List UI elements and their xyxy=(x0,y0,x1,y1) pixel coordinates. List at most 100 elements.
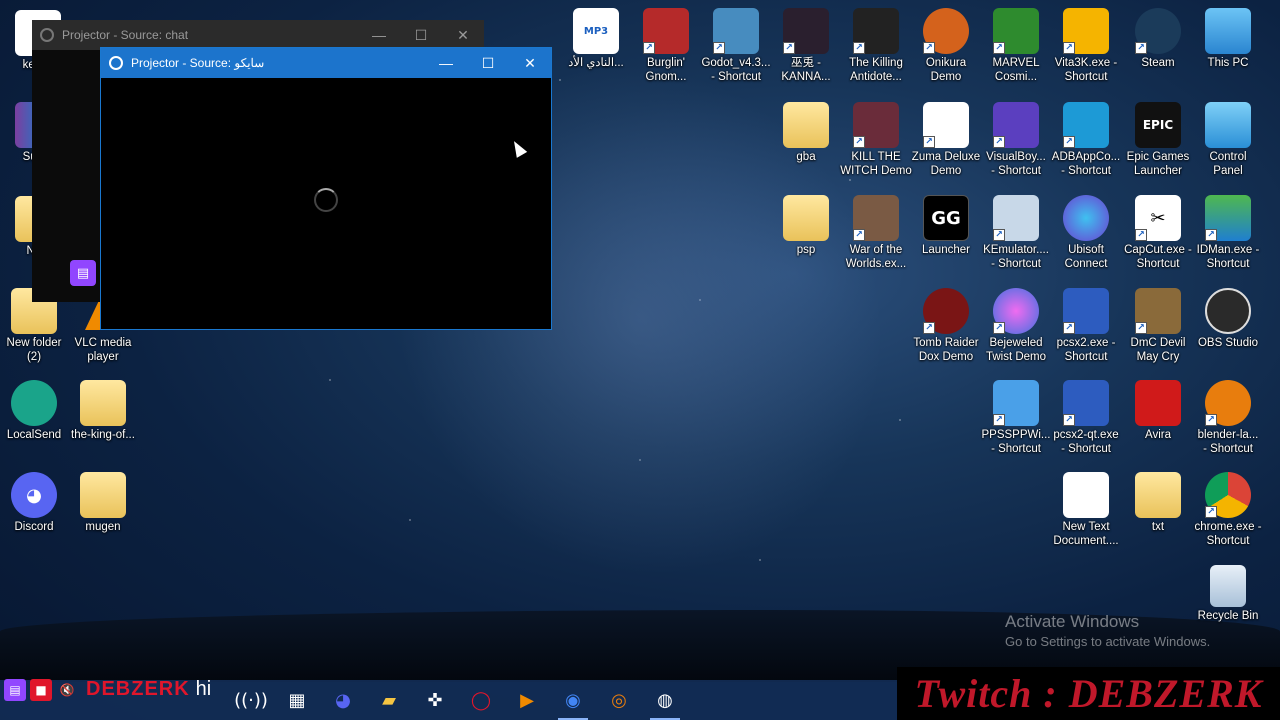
launcher-icon: GG xyxy=(923,195,969,241)
desktop-icon-launcher[interactable]: GG Launcher xyxy=(908,195,984,257)
icon-label: Bejeweled Twist Demo xyxy=(985,337,1047,363)
icon-label: LocalSend xyxy=(6,429,62,441)
ubisoft-icon xyxy=(1063,195,1109,241)
taskbar-opera[interactable]: ◯ xyxy=(458,680,504,720)
taskbar-discord[interactable]: ◕ xyxy=(320,680,366,720)
icon-label: KILL THE WITCH Demo xyxy=(840,151,912,177)
desktop-icon-the-king-of[interactable]: the-king-of... xyxy=(65,380,141,442)
projector-window-main[interactable]: Projector - Source: سايكو — ☐ ✕ xyxy=(100,47,552,330)
desktop-icon-bejeweled[interactable]: ↗ Bejeweled Twist Demo xyxy=(978,288,1054,364)
desktop-icon-onikura[interactable]: ↗ Onikura Demo xyxy=(908,8,984,84)
taskbar-blender[interactable]: ◎ xyxy=(596,680,642,720)
folder-icon xyxy=(783,195,829,241)
taskbar-network[interactable]: ((·)) xyxy=(228,680,274,720)
opera-icon: ◯ xyxy=(470,689,492,711)
blender-icon: ◎ xyxy=(611,689,627,711)
desktop-icon-txt[interactable]: txt xyxy=(1120,472,1196,534)
game-icon: ↗ xyxy=(1135,288,1181,334)
gamepad-icon: ✜ xyxy=(427,689,443,711)
desktop-icon-pcsx2[interactable]: ↗ pcsx2.exe - Shortcut xyxy=(1048,288,1124,364)
taskbar-gamepad[interactable]: ✜ xyxy=(412,680,458,720)
icon-label: New folder (2) xyxy=(6,337,62,363)
desktop-icon-burglin-gnomes[interactable]: ↗ Burglin' Gnom... xyxy=(628,8,704,84)
desktop-icon-psp[interactable]: psp xyxy=(768,195,844,257)
desktop-icon-kemulator[interactable]: ↗ KEmulator.... - Shortcut xyxy=(978,195,1054,271)
computer-icon xyxy=(1205,8,1251,54)
desktop-icon-blender[interactable]: ↗ blender-la... - Shortcut xyxy=(1190,380,1266,456)
desktop-icon-capcut[interactable]: ✂ ↗ CapCut.exe - Shortcut xyxy=(1120,195,1196,271)
game-icon: ↗ xyxy=(783,8,829,54)
desktop-icon-localsend[interactable]: LocalSend xyxy=(0,380,72,442)
taskbar-chrome[interactable]: ◉ xyxy=(550,680,596,720)
task-manager-icon: ▦ xyxy=(288,689,306,711)
desktop-icon-adbappcontrol[interactable]: ↗ ADBAppCo... - Shortcut xyxy=(1048,102,1124,178)
file-explorer-icon: ▰ xyxy=(382,689,396,711)
icon-label: النادي الأد... xyxy=(568,57,624,69)
desktop-icon-control-panel[interactable]: Control Panel xyxy=(1190,102,1266,178)
game-icon: ↗ xyxy=(923,288,969,334)
obs-logo-icon xyxy=(109,56,123,70)
desktop-icon-killing-antidote[interactable]: ↗ The Killing Antidote... xyxy=(838,8,914,84)
icon-label: This PC xyxy=(1207,57,1249,69)
desktop-icon-marvel-cosmic[interactable]: ↗ MARVEL Cosmi... xyxy=(978,8,1054,84)
desktop-icon-dmc[interactable]: ↗ DmC Devil May Cry xyxy=(1120,288,1196,364)
icon-label: gba xyxy=(796,151,816,163)
desktop-icon-idman[interactable]: ↗ IDMan.exe - Shortcut xyxy=(1190,195,1266,271)
window-titlebar[interactable]: Projector - Source: chat — ☐ ✕ xyxy=(32,20,484,50)
desktop-icon-visualboy[interactable]: ↗ VisualBoy... - Shortcut xyxy=(978,102,1054,178)
activate-windows-watermark: Activate Windows Go to Settings to activ… xyxy=(1005,612,1210,649)
icon-label: Zuma Deluxe Demo xyxy=(911,151,981,177)
desktop-icon-mp3[interactable]: MP3 النادي الأد... xyxy=(558,8,634,70)
desktop-icon-discord[interactable]: ◕ Discord xyxy=(0,472,72,534)
icon-label: Onikura Demo xyxy=(925,57,967,83)
desktop-icon-kanna[interactable]: ↗ 巫兎 - KANNA... xyxy=(768,8,844,84)
desktop-icon-avira[interactable]: Avira xyxy=(1120,380,1196,442)
desktop-icon-vita3k[interactable]: ↗ Vita3K.exe - Shortcut xyxy=(1048,8,1124,84)
desktop-icon-this-pc[interactable]: This PC xyxy=(1190,8,1266,70)
desktop-icon-godot[interactable]: ↗ Godot_v4.3... - Shortcut xyxy=(698,8,774,84)
media-player-icon: ▶ xyxy=(520,689,534,711)
icon-label: New Text Document.... xyxy=(1053,521,1119,547)
desktop-icon-ubisoft-connect[interactable]: Ubisoft Connect xyxy=(1048,195,1124,271)
desktop-icon-gba[interactable]: gba xyxy=(768,102,844,164)
desktop-icon-steam[interactable]: ↗ Steam xyxy=(1120,8,1196,70)
close-button[interactable]: ✕ xyxy=(442,27,484,44)
folder-icon xyxy=(80,380,126,426)
desktop-icon-new-text-document[interactable]: ≡ New Text Document.... xyxy=(1048,472,1124,548)
taskbar-media-player[interactable]: ▶ xyxy=(504,680,550,720)
android-icon: ↗ xyxy=(1063,102,1109,148)
minimize-button[interactable]: — xyxy=(358,27,400,43)
text-doc-icon: ≡ xyxy=(1063,472,1109,518)
desktop-icon-ppsspp[interactable]: ↗ PPSSPPWi... - Shortcut xyxy=(978,380,1054,456)
icon-label: Steam xyxy=(1141,57,1175,69)
watermark-subtitle: Go to Settings to activate Windows. xyxy=(1005,634,1211,649)
minimize-button[interactable]: — xyxy=(425,55,467,71)
close-button[interactable]: ✕ xyxy=(509,55,551,72)
ppsspp-icon: ↗ xyxy=(993,380,1039,426)
maximize-button[interactable]: ☐ xyxy=(467,55,509,72)
taskbar-task-manager[interactable]: ▦ xyxy=(274,680,320,720)
desktop-icon-kill-the-witch[interactable]: ↗ KILL THE WITCH Demo xyxy=(838,102,914,178)
maximize-button[interactable]: ☐ xyxy=(400,27,442,44)
desktop-icon-tomb-raider[interactable]: ↗ Tomb Raider Dox Demo xyxy=(908,288,984,364)
game-icon: ↗ xyxy=(853,102,899,148)
desktop-icon-mugen[interactable]: mugen xyxy=(65,472,141,534)
icon-label: txt xyxy=(1151,521,1165,533)
desktop-icon-zuma-deluxe[interactable]: ↗ Zuma Deluxe Demo xyxy=(908,102,984,178)
window-title: Projector - Source: chat xyxy=(62,28,189,42)
icon-label: chrome.exe - Shortcut xyxy=(1194,521,1262,547)
desktop-icon-pcsx2-qt[interactable]: ↗ pcsx2-qt.exe - Shortcut xyxy=(1048,380,1124,456)
window-titlebar[interactable]: Projector - Source: سايكو — ☐ ✕ xyxy=(101,48,551,78)
localsend-icon xyxy=(11,380,57,426)
desktop-icon-obs-studio[interactable]: OBS Studio xyxy=(1190,288,1266,350)
gameboy-icon: ↗ xyxy=(993,102,1039,148)
taskbar-file-explorer[interactable]: ▰ xyxy=(366,680,412,720)
taskbar-obs[interactable]: ◍ xyxy=(642,680,688,720)
desktop-icon-chrome[interactable]: ↗ chrome.exe - Shortcut xyxy=(1190,472,1266,548)
desktop-icon-war-of-the-worlds[interactable]: ↗ War of the Worlds.ex... xyxy=(838,195,914,271)
watermark-title: Activate Windows xyxy=(1005,612,1140,631)
desktop-icon-epic-games[interactable]: EPIC Epic Games Launcher xyxy=(1120,102,1196,178)
icon-label: MARVEL Cosmi... xyxy=(992,57,1040,83)
chat-greeting: hi xyxy=(195,678,212,700)
game-icon: ↗ xyxy=(853,8,899,54)
